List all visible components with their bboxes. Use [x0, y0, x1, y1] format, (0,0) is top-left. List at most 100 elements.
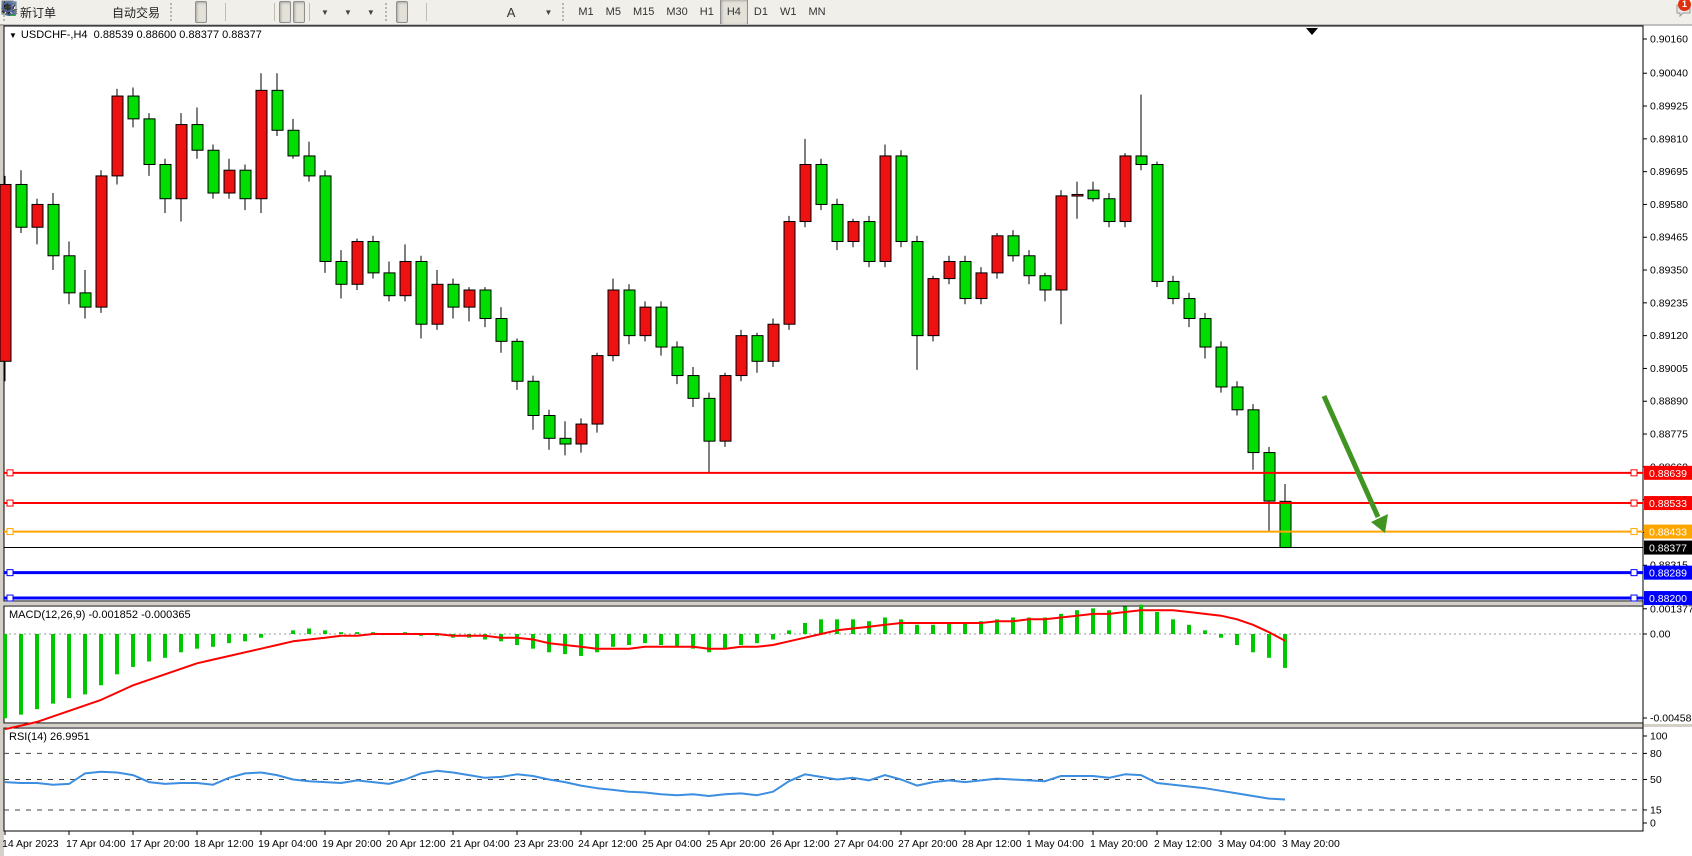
time-axis-label: 26 Apr 12:00 — [770, 838, 830, 850]
candle-down — [512, 341, 523, 381]
candle-down — [416, 261, 427, 324]
chart-symbol-period: USDCHF-,H4 — [21, 29, 88, 41]
price-line-label: 0.88533 — [1649, 498, 1687, 510]
macd-tick-label: 0.001377 — [1650, 603, 1692, 615]
chart-title: ▼USDCHF-,H4 0.88539 0.88600 0.88377 0.88… — [9, 29, 262, 41]
candle-down — [160, 164, 171, 198]
time-axis-label: 17 Apr 04:00 — [66, 838, 126, 850]
rsi-tick-label: 80 — [1650, 748, 1662, 760]
trading-terminal-window: 新订单 自动交易 — [0, 0, 1692, 856]
candle-up — [880, 156, 891, 262]
candle-up — [640, 307, 651, 336]
time-axis-label: 25 Apr 04:00 — [642, 838, 702, 850]
candle-down — [1216, 347, 1227, 387]
candle-down — [528, 381, 539, 415]
time-axis-label: 1 May 04:00 — [1026, 838, 1084, 850]
candle-up — [112, 96, 123, 176]
line-drag-handle[interactable] — [7, 529, 13, 535]
candle-down — [1040, 276, 1051, 290]
chart-title-collapse-icon[interactable]: ▼ — [9, 31, 17, 40]
price-line-label: 0.88377 — [1649, 543, 1687, 555]
candle-down — [912, 242, 923, 336]
time-axis-label: 17 Apr 20:00 — [130, 838, 190, 850]
pane-separator[interactable] — [4, 602, 1692, 605]
rsi-tick-label: 100 — [1650, 731, 1668, 743]
candle-down — [560, 438, 571, 444]
price-tick-label: 0.90160 — [1650, 34, 1688, 46]
candle-down — [128, 96, 139, 119]
rsi-tick-label: 15 — [1650, 804, 1662, 816]
time-axis-label: 27 Apr 20:00 — [898, 838, 958, 850]
price-line-label: 0.88433 — [1649, 527, 1687, 539]
candle-up — [432, 284, 443, 324]
candle-up — [224, 170, 235, 193]
candle-down — [864, 222, 875, 262]
candle-up — [176, 125, 187, 199]
candle-down — [1280, 501, 1291, 547]
candle-down — [1248, 410, 1259, 453]
line-drag-handle[interactable] — [7, 500, 13, 506]
candle-up — [576, 424, 587, 444]
chart-canvas: 0.901600.900400.899250.898100.896950.895… — [0, 0, 1692, 856]
candle-up — [256, 90, 267, 198]
candle-down — [144, 119, 155, 165]
price-line-label: 0.88289 — [1649, 568, 1687, 580]
candle-down — [448, 284, 459, 307]
line-drag-handle[interactable] — [1631, 500, 1637, 506]
candle-up — [784, 222, 795, 325]
macd-tick-label: -0.004588 — [1650, 713, 1692, 725]
time-axis-label: 18 Apr 12:00 — [194, 838, 254, 850]
candle-up — [736, 336, 747, 376]
line-drag-handle[interactable] — [1631, 470, 1637, 476]
candle-down — [384, 273, 395, 296]
candle-down — [656, 307, 667, 347]
candle-down — [1232, 387, 1243, 410]
candle-up — [848, 222, 859, 242]
candle-down — [1088, 190, 1099, 199]
candle-up — [720, 376, 731, 442]
rsi-name: RSI(14) — [9, 731, 47, 743]
price-tick-label: 0.89465 — [1650, 232, 1688, 244]
macd-indicator-label: MACD(12,26,9) -0.001852 -0.000365 — [9, 609, 191, 621]
line-drag-handle[interactable] — [1631, 595, 1637, 601]
time-axis-label: 28 Apr 12:00 — [962, 838, 1022, 850]
candle-down — [1184, 299, 1195, 319]
candle-up — [32, 204, 43, 227]
line-drag-handle[interactable] — [7, 570, 13, 576]
candle-down — [624, 290, 635, 336]
candle-up — [464, 290, 475, 307]
time-axis-label: 20 Apr 12:00 — [386, 838, 446, 850]
time-axis-label: 25 Apr 20:00 — [706, 838, 766, 850]
candle-down — [1024, 256, 1035, 276]
time-axis-label: 24 Apr 12:00 — [578, 838, 638, 850]
price-tick-label: 0.90040 — [1650, 68, 1688, 80]
candle-down — [368, 242, 379, 273]
candle-down — [16, 184, 27, 227]
candle-down — [752, 336, 763, 362]
rsi-indicator-label: RSI(14) 26.9951 — [9, 731, 90, 743]
candle-down — [688, 376, 699, 399]
candle-down — [544, 415, 555, 438]
candle-down — [672, 347, 683, 376]
candle-down — [960, 261, 971, 298]
pane-separator[interactable] — [4, 724, 1692, 727]
candle-down — [1152, 164, 1163, 281]
candle-down — [272, 90, 283, 130]
price-tick-label: 0.89925 — [1650, 101, 1688, 113]
macd-values: -0.001852 -0.000365 — [88, 609, 190, 621]
price-tick-label: 0.89810 — [1650, 133, 1688, 145]
line-drag-handle[interactable] — [1631, 529, 1637, 535]
candle-down — [192, 125, 203, 151]
time-axis-label: 3 May 04:00 — [1218, 838, 1276, 850]
candle-down — [1136, 156, 1147, 165]
line-drag-handle[interactable] — [7, 470, 13, 476]
candle-up — [976, 273, 987, 299]
line-drag-handle[interactable] — [1631, 570, 1637, 576]
candle-down — [832, 204, 843, 241]
candle-down — [896, 156, 907, 242]
line-drag-handle[interactable] — [7, 595, 13, 601]
candle-down — [208, 150, 219, 193]
candle-down — [1200, 319, 1211, 348]
time-axis-label: 19 Apr 04:00 — [258, 838, 318, 850]
rsi-tick-label: 0 — [1650, 818, 1656, 830]
